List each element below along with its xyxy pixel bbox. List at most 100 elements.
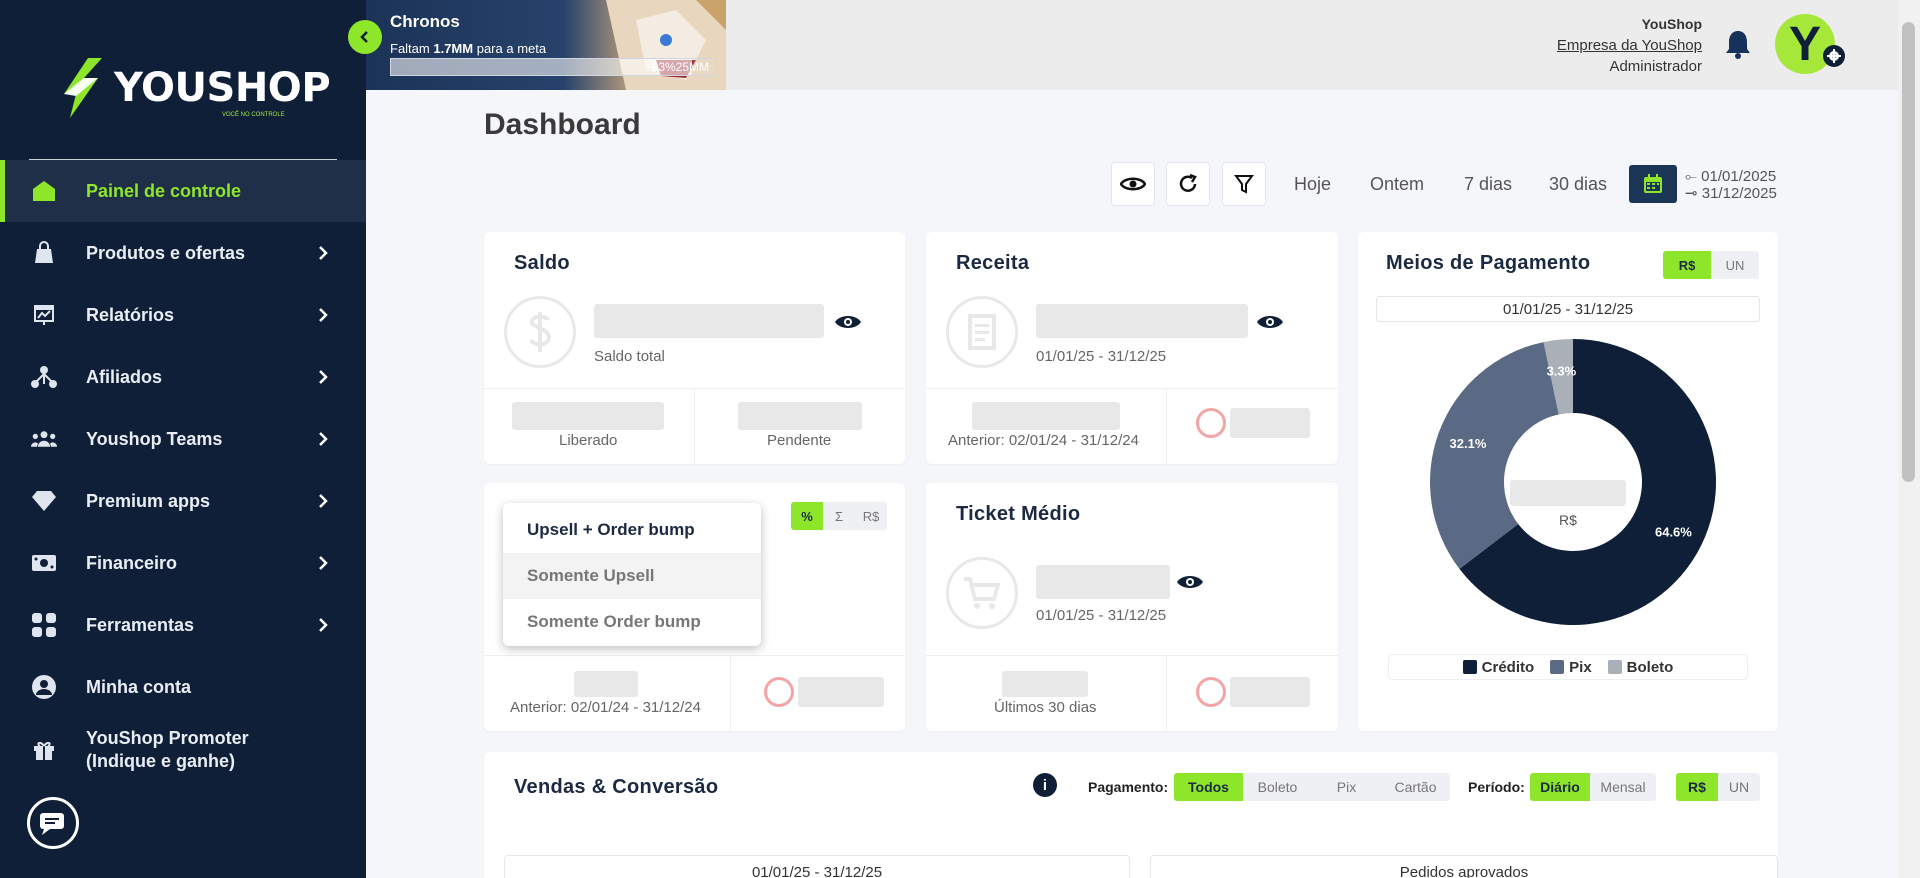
toggle-sum[interactable]: Σ xyxy=(823,502,855,530)
legend-label: Boleto xyxy=(1626,658,1674,676)
eye-icon xyxy=(1120,177,1146,191)
divider xyxy=(1166,655,1167,731)
sidebar-item-financeiro[interactable]: Financeiro xyxy=(0,532,366,594)
period-filter-label: Período: xyxy=(1468,779,1525,795)
toggle-units[interactable]: UN xyxy=(1718,773,1760,801)
sidebar-item-label: Produtos e ofertas xyxy=(86,242,246,263)
cart-icon xyxy=(946,557,1018,629)
sidebar-item-label: Premium apps xyxy=(86,490,211,511)
trend-down-icon xyxy=(1196,677,1226,707)
divider xyxy=(926,655,1338,656)
receita-period: 01/01/25 - 31/12/25 xyxy=(1036,348,1167,365)
home-icon xyxy=(31,178,57,204)
dropdown-option-somente-order-bump[interactable]: Somente Order bump xyxy=(503,599,761,645)
sidebar-item-label: Financeiro xyxy=(86,552,178,573)
legend-item-pix[interactable]: Pix xyxy=(1550,659,1592,676)
goal-banner[interactable]: Chronos Faltam 1.7MM para a meta 93%25MM xyxy=(366,0,726,90)
slice-pix[interactable] xyxy=(1430,342,1559,569)
eye-icon[interactable] xyxy=(834,312,862,332)
eye-icon[interactable] xyxy=(1256,312,1284,332)
refresh-button[interactable] xyxy=(1166,162,1210,206)
toggle-currency[interactable]: R$ xyxy=(1676,773,1718,801)
saldo-subtitle: Saldo total xyxy=(594,348,665,365)
range-30-dias[interactable]: 30 dias xyxy=(1549,174,1607,195)
filter-button[interactable] xyxy=(1222,162,1266,206)
payment-option-pix[interactable]: Pix xyxy=(1312,773,1381,801)
chevron-right-icon xyxy=(319,308,328,322)
chevron-right-icon xyxy=(319,370,328,384)
ticket-trend-placeholder xyxy=(1230,677,1310,707)
sidebar-item-afiliados[interactable]: Afiliados xyxy=(0,346,366,408)
page-scrollbar[interactable] xyxy=(1898,0,1920,878)
pie-legend: Crédito Pix Boleto xyxy=(1388,654,1748,680)
upsell-unit-toggle: % Σ R$ xyxy=(791,502,887,530)
avatar[interactable]: Y xyxy=(1775,14,1835,74)
logo-mark-icon xyxy=(64,58,102,118)
dropdown-option-upsell-order-bump[interactable]: Upsell + Order bump xyxy=(503,507,761,553)
date-to-arrow-icon: ⊸ xyxy=(1685,185,1702,202)
scrollbar-thumb[interactable] xyxy=(1902,22,1915,482)
slice-label: 64.6% xyxy=(1655,525,1692,540)
receita-card: Receita 01/01/25 - 31/12/25 Anterior: 02… xyxy=(926,232,1338,464)
sidebar-item-produtos[interactable]: Produtos e ofertas xyxy=(0,222,366,284)
info-icon[interactable]: i xyxy=(1033,773,1057,797)
payment-option-cartao[interactable]: Cartão xyxy=(1381,773,1450,801)
period-option-diario[interactable]: Diário xyxy=(1530,773,1590,801)
chevron-right-icon xyxy=(319,494,328,508)
settings-gear-icon[interactable] xyxy=(1823,45,1845,67)
goal-progress-label: 93%25MM xyxy=(651,60,709,74)
goal-subtitle: Faltam 1.7MM para a meta xyxy=(390,41,546,56)
upsell-filter-dropdown: Upsell + Order bump Somente Upsell Somen… xyxy=(503,503,761,646)
eye-icon[interactable] xyxy=(1176,572,1204,592)
toggle-percent[interactable]: % xyxy=(791,502,823,530)
toggle-currency[interactable]: R$ xyxy=(1663,251,1711,279)
sidebar-item-promoter[interactable]: YouShop Promoter (Indique e ganhe) xyxy=(0,718,366,782)
payment-option-todos[interactable]: Todos xyxy=(1174,773,1243,801)
toggle-currency[interactable]: R$ xyxy=(855,502,887,530)
range-hoje[interactable]: Hoje xyxy=(1294,174,1331,195)
payment-filter-toggle: Todos Boleto Pix Cartão xyxy=(1174,773,1450,801)
toggle-units[interactable]: UN xyxy=(1711,251,1759,279)
sidebar-item-relatorios[interactable]: Relatórios xyxy=(0,284,366,346)
legend-swatch xyxy=(1462,659,1477,674)
ticket-medio-title: Ticket Médio xyxy=(956,503,1081,525)
calendar-icon xyxy=(1644,174,1662,193)
brand-name: YOUSHOP xyxy=(114,65,331,111)
date-from-arrow-icon: ⟜ xyxy=(1685,168,1702,185)
sidebar-item-ferramentas[interactable]: Ferramentas xyxy=(0,594,366,656)
sidebar-item-teams[interactable]: Youshop Teams xyxy=(0,408,366,470)
date-range-display[interactable]: ⟜ 01/01/2025 ⊸ 31/12/2025 xyxy=(1685,168,1777,202)
meios-title: Meios de Pagamento xyxy=(1386,252,1591,274)
range-7-dias[interactable]: 7 dias xyxy=(1464,174,1512,195)
sidebar-item-label: Relatórios xyxy=(86,304,175,325)
legend-item-credito[interactable]: Crédito xyxy=(1462,659,1534,676)
sidebar-collapse-button[interactable] xyxy=(348,20,382,54)
dropdown-option-somente-upsell[interactable]: Somente Upsell xyxy=(503,553,761,599)
receita-trend-placeholder xyxy=(1230,408,1310,438)
receita-title: Receita xyxy=(956,252,1030,274)
period-filter-toggle: Diário Mensal xyxy=(1530,773,1656,801)
period-option-mensal[interactable]: Mensal xyxy=(1590,773,1656,801)
brand-logo[interactable]: YOUSHOP xyxy=(58,56,331,120)
legend-swatch xyxy=(1607,659,1622,674)
sidebar-item-premium[interactable]: Premium apps xyxy=(0,470,366,532)
trend-down-icon xyxy=(764,677,794,707)
upsell-trend-placeholder xyxy=(798,677,884,707)
saldo-title: Saldo xyxy=(514,252,570,274)
range-ontem[interactable]: Ontem xyxy=(1370,174,1424,195)
document-icon xyxy=(946,296,1018,368)
notification-bell-icon[interactable] xyxy=(1724,28,1752,60)
pendente-placeholder xyxy=(738,402,862,430)
sidebar-item-painel[interactable]: Painel de controle xyxy=(0,160,366,222)
slice-label: 32.1% xyxy=(1450,436,1487,451)
sidebar-item-minha-conta[interactable]: Minha conta xyxy=(0,656,366,718)
payment-option-boleto[interactable]: Boleto xyxy=(1243,773,1312,801)
user-company-link[interactable]: Empresa da YouShop xyxy=(1557,35,1702,56)
chat-support-button[interactable] xyxy=(27,797,79,849)
legend-item-boleto[interactable]: Boleto xyxy=(1607,658,1674,676)
calendar-button[interactable] xyxy=(1629,165,1677,203)
user-name: YouShop xyxy=(1641,16,1702,32)
saldo-card: Saldo Saldo total Liberado Pendente xyxy=(484,232,905,464)
toggle-visibility-button[interactable] xyxy=(1111,162,1155,206)
pie-center-label: R$ xyxy=(1559,512,1577,528)
